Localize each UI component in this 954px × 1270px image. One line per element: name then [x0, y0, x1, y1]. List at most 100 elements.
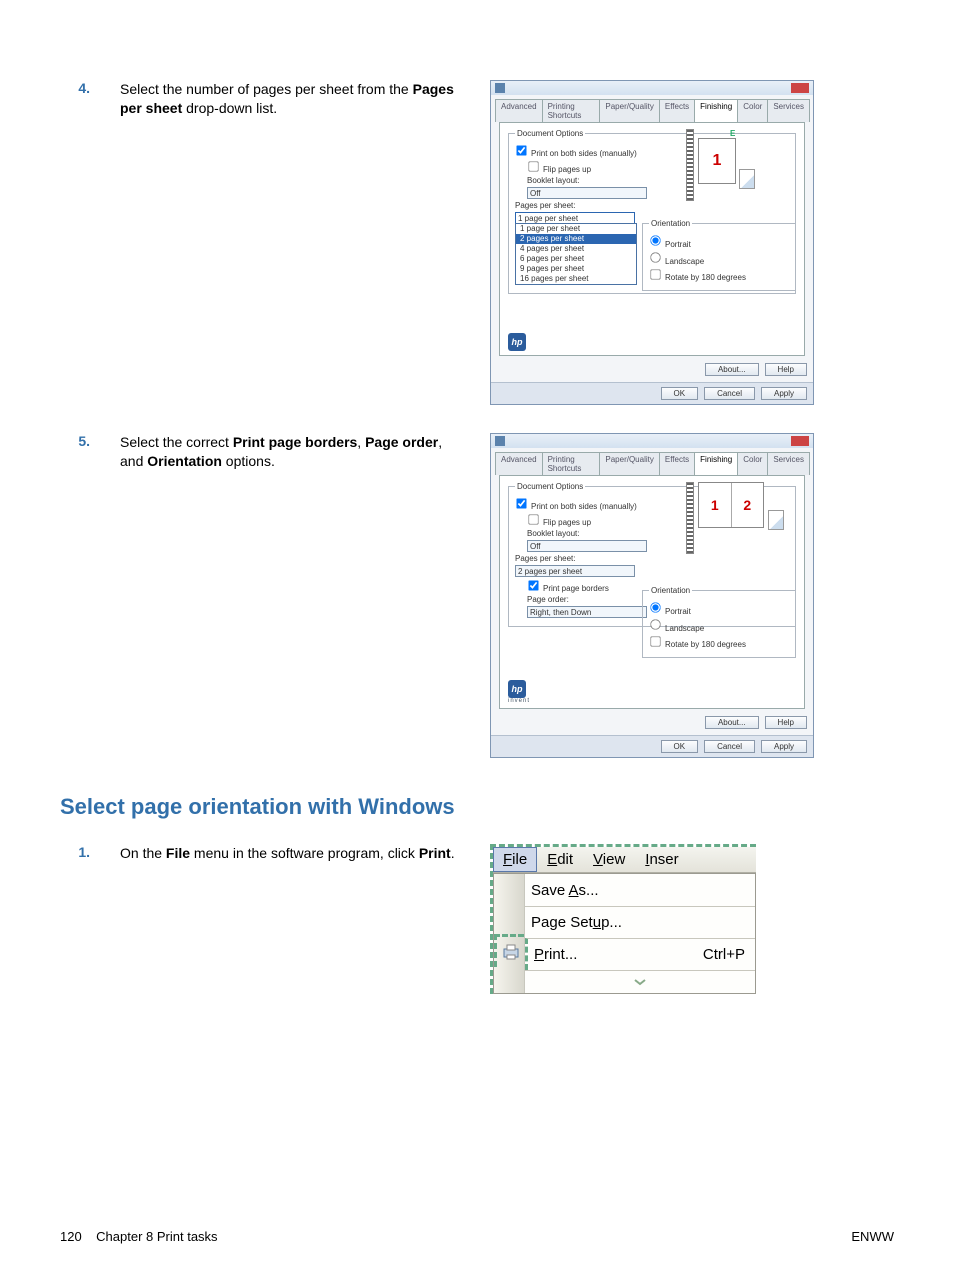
- chapter-label: Chapter 8 Print tasks: [96, 1229, 217, 1244]
- close-icon[interactable]: [791, 436, 809, 446]
- about-button[interactable]: About...: [705, 716, 759, 729]
- menu-file[interactable]: File: [493, 847, 537, 872]
- step5-post: options.: [222, 453, 275, 469]
- tab-finishing[interactable]: Finishing: [694, 452, 738, 475]
- step-number-5: 5.: [60, 433, 90, 758]
- ok-button[interactable]: OK: [661, 387, 699, 400]
- apply-button[interactable]: Apply: [761, 387, 807, 400]
- footer-right: ENWW: [851, 1229, 894, 1244]
- page-preview-area: E 1: [686, 129, 796, 215]
- step5-b3: Orientation: [147, 453, 222, 469]
- tab-color[interactable]: Color: [737, 452, 768, 475]
- menu-view[interactable]: View: [583, 847, 635, 872]
- preview-page-2: 2: [732, 483, 764, 527]
- step-text-4: Select the number of pages per sheet fro…: [120, 80, 460, 405]
- menuitem-save-as[interactable]: Save As...: [525, 874, 755, 906]
- menuitem-page-setup[interactable]: Page Setup...: [525, 906, 755, 938]
- tab-finishing[interactable]: Finishing: [694, 99, 738, 122]
- cancel-button[interactable]: Cancel: [704, 387, 755, 400]
- step-text-1: On the File menu in the software program…: [120, 844, 460, 994]
- pps-option-4[interactable]: 4 pages per sheet: [516, 244, 636, 254]
- tab-shortcuts[interactable]: Printing Shortcuts: [542, 452, 601, 475]
- pps-option-2[interactable]: 2 pages per sheet: [516, 234, 636, 244]
- tab-shortcuts[interactable]: Printing Shortcuts: [542, 99, 601, 122]
- step1-b1: File: [166, 845, 190, 861]
- menuitem-print-shortcut: Ctrl+P: [703, 946, 745, 963]
- orientation-group: Orientation Portrait Landscape Rotate by…: [642, 219, 796, 291]
- rotate180-checkbox[interactable]: Rotate by 180 degrees: [649, 640, 746, 649]
- portrait-radio[interactable]: Portrait: [649, 607, 691, 616]
- step-number-1: 1.: [60, 844, 90, 994]
- flip-pages-checkbox[interactable]: Flip pages up: [527, 165, 591, 174]
- pps-option-16[interactable]: 16 pages per sheet: [516, 274, 636, 284]
- preview-page-1: 1: [698, 138, 736, 184]
- step5-sep1: ,: [357, 434, 365, 450]
- orientation-legend: Orientation: [649, 586, 692, 595]
- help-button[interactable]: Help: [765, 716, 807, 729]
- apply-button[interactable]: Apply: [761, 740, 807, 753]
- portrait-radio[interactable]: Portrait: [649, 240, 691, 249]
- menuitem-print[interactable]: Print... Ctrl+P: [525, 938, 755, 970]
- printer-icon: [502, 943, 520, 961]
- footer-left: 120 Chapter 8 Print tasks: [60, 1229, 218, 1244]
- tab-paper[interactable]: Paper/Quality: [599, 452, 659, 475]
- cancel-button[interactable]: Cancel: [704, 740, 755, 753]
- tab-advanced[interactable]: Advanced: [495, 452, 543, 475]
- step4-pre: Select the number of pages per sheet fro…: [120, 81, 413, 97]
- tab-effects[interactable]: Effects: [659, 99, 695, 122]
- rotate180-checkbox[interactable]: Rotate by 180 degrees: [649, 273, 746, 282]
- page-number: 120: [60, 1229, 82, 1244]
- step1-mid: menu in the software program, click: [190, 845, 419, 861]
- tab-paper[interactable]: Paper/Quality: [599, 99, 659, 122]
- orientation-legend: Orientation: [649, 219, 692, 228]
- landscape-radio[interactable]: Landscape: [649, 257, 704, 266]
- pps-option-9[interactable]: 9 pages per sheet: [516, 264, 636, 274]
- about-button[interactable]: About...: [705, 363, 759, 376]
- menu-edit[interactable]: Edit: [537, 847, 583, 872]
- tab-advanced[interactable]: Advanced: [495, 99, 543, 122]
- menu-insert[interactable]: Inser: [635, 847, 688, 872]
- landscape-radio[interactable]: Landscape: [649, 624, 704, 633]
- window-icon: [495, 436, 505, 446]
- tab-services[interactable]: Services: [767, 452, 810, 475]
- menu-expand-icon[interactable]: [525, 970, 755, 993]
- file-menu-screenshot: File Edit View Inser Save As...: [490, 844, 756, 994]
- pps-option-1[interactable]: 1 page per sheet: [516, 224, 636, 234]
- hp-logo: hp: [508, 333, 526, 351]
- step5-b1: Print page borders: [233, 434, 357, 450]
- booklet-layout-select[interactable]: Off: [527, 540, 647, 552]
- print-page-borders-checkbox[interactable]: Print page borders: [527, 584, 609, 593]
- step4-post: drop-down list.: [182, 100, 277, 116]
- hp-invent-label: invent: [508, 698, 530, 704]
- preview-next-page-icon: [739, 169, 755, 189]
- step1-pre: On the: [120, 845, 166, 861]
- booklet-layout-select[interactable]: Off: [527, 187, 647, 199]
- document-options-legend: Document Options: [515, 129, 585, 138]
- preview-next-page-icon: [768, 510, 784, 530]
- help-button[interactable]: Help: [765, 363, 807, 376]
- page-order-select[interactable]: Right, then Down: [527, 606, 647, 618]
- tab-services[interactable]: Services: [767, 99, 810, 122]
- hp-logo: hp: [508, 680, 526, 698]
- ok-button[interactable]: OK: [661, 740, 699, 753]
- pages-per-sheet-options[interactable]: 1 page per sheet 2 pages per sheet 4 pag…: [515, 223, 637, 285]
- step-number-4: 4.: [60, 80, 90, 405]
- step1-b2: Print: [419, 845, 451, 861]
- tab-effects[interactable]: Effects: [659, 452, 695, 475]
- document-options-legend: Document Options: [515, 482, 585, 491]
- page-preview-area: 1 2: [686, 482, 796, 568]
- duplex-checkbox[interactable]: Print on both sides (manually): [515, 149, 637, 158]
- tab-color[interactable]: Color: [737, 99, 768, 122]
- step-text-5: Select the correct Print page borders, P…: [120, 433, 460, 758]
- pps-option-6[interactable]: 6 pages per sheet: [516, 254, 636, 264]
- print-properties-dialog-2: Advanced Printing Shortcuts Paper/Qualit…: [490, 433, 814, 758]
- duplex-checkbox[interactable]: Print on both sides (manually): [515, 502, 637, 511]
- window-icon: [495, 83, 505, 93]
- close-icon[interactable]: [791, 83, 809, 93]
- orientation-group: Orientation Portrait Landscape Rotate by…: [642, 586, 796, 658]
- pages-per-sheet-select[interactable]: 2 pages per sheet: [515, 565, 635, 577]
- preview-page-1: 1: [699, 483, 732, 527]
- step5-b2: Page order: [365, 434, 438, 450]
- step5-pre: Select the correct: [120, 434, 233, 450]
- flip-pages-checkbox[interactable]: Flip pages up: [527, 518, 591, 527]
